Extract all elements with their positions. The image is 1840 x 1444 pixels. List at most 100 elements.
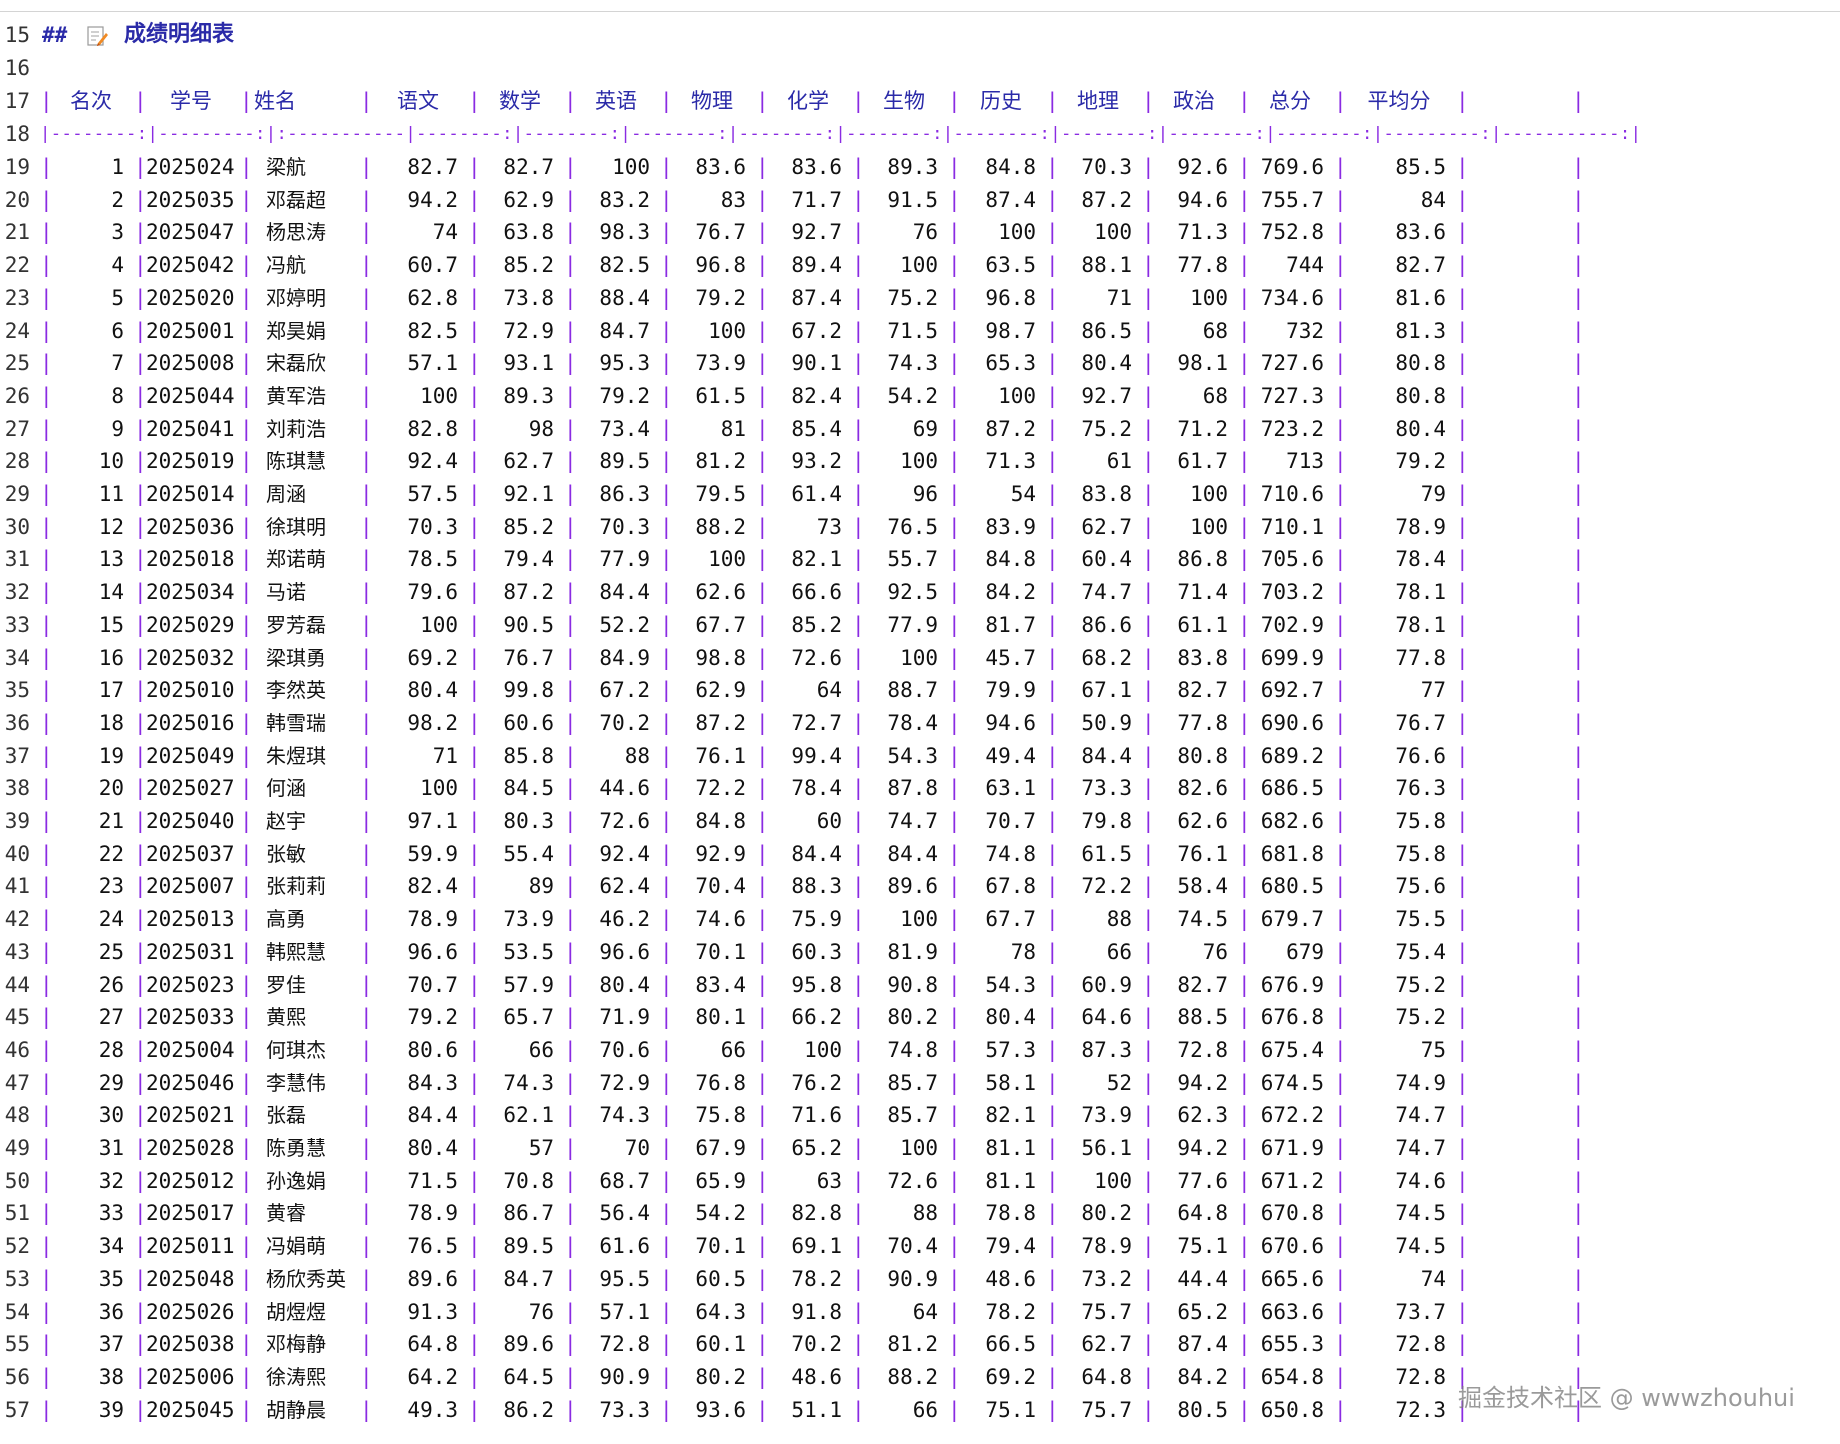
line-number: 32 [4,580,30,605]
cell-math: 87.2 [503,580,554,605]
table-pipe: | [468,1266,481,1291]
table-pipe: | [1456,1168,1469,1193]
table-pipe: | [660,776,673,801]
cell-average: 75 [1420,1037,1446,1062]
table-pipe: | [1456,612,1469,637]
table-pipe: | [948,1005,961,1030]
table-pipe: | [1046,187,1059,212]
table-pipe: | [1046,1201,1059,1226]
table-pipe: | [1572,1070,1585,1095]
cell-politics: 71.2 [1177,416,1228,441]
table-pipe: | [1572,1005,1585,1030]
table-pipe: | [40,1299,53,1324]
table-pipe: | [564,710,577,735]
cell-geography: 70.3 [1081,155,1132,179]
line-number: 27 [4,416,30,441]
cell-politics: 62.6 [1177,809,1228,833]
table-pipe: | [40,318,53,343]
table-pipe: | [660,1168,673,1193]
table-pipe: | [1334,743,1347,768]
cell-name: 高勇 [266,907,306,932]
cell-history: 57.3 [985,1037,1036,1062]
table-pipe: | [756,1201,769,1226]
line-number: 49 [4,1136,30,1160]
table-pipe: | [1334,449,1347,474]
table-pipe: | [852,972,865,997]
cell-student-id: 2025016 [146,710,235,735]
table-pipe: | [1238,1103,1251,1128]
table-pipe: | [948,285,961,310]
cell-rank: 9 [111,416,124,441]
table-pipe: | [948,187,961,212]
table-pipe: | [1142,89,1155,113]
cell-student-id: 2025017 [146,1201,235,1226]
cell-total: 671.2 [1260,1168,1324,1193]
table-pipe: | [1238,1299,1251,1324]
table-pipe: | [852,874,865,899]
table-pipe: | [756,907,769,932]
cell-biology: 91.5 [887,187,938,212]
table-pipe: | [564,1070,577,1095]
table-pipe: | [240,1037,253,1062]
cell-english: 72.9 [599,1070,650,1095]
table-pipe: | [1456,678,1469,703]
table-pipe: | [134,1364,147,1389]
table-pipe: | [134,1397,147,1422]
cell-chinese: 80.4 [407,1136,458,1160]
cell-geography: 80.2 [1081,1201,1132,1226]
cell-biology: 76.5 [887,514,938,539]
table-pipe: | [1046,220,1059,245]
table-pipe: | [1456,416,1469,441]
table-row: 55 | | | | | | | | | | | | | | | | 37 2025038 邓梅静 64.8 89.6 72… [0,1328,1840,1361]
table-pipe: | [1238,449,1251,474]
table-pipe: | [564,318,577,343]
cell-geography: 75.7 [1081,1299,1132,1324]
cell-physics: 96.8 [695,253,746,278]
table-row: 47 | | | | | | | | | | | | | | | | 29 2025046 李慧伟 84.3 74.3 72… [0,1067,1840,1100]
table-pipe: | [468,580,481,605]
table-pipe: | [660,743,673,768]
cell-history: 70.7 [985,809,1036,833]
cell-biology: 54.2 [887,383,938,408]
cell-student-id: 2025037 [146,841,235,866]
table-pipe: | [1572,482,1585,506]
table-pipe: | [756,449,769,474]
cell-rank: 18 [98,710,124,735]
cell-biology: 81.2 [887,1332,938,1357]
table-pipe: | [948,449,961,474]
table-pipe: | [852,285,865,310]
heading-title: 成绩明细表 [124,22,235,47]
table-pipe: | [1572,1299,1585,1324]
cell-english: 46.2 [599,907,650,932]
cell-politics: 61.7 [1177,449,1228,474]
table-pipe: | [40,89,53,113]
cell-name: 梁航 [266,155,306,179]
cell-chemistry: 83.6 [791,155,842,179]
table-pipe: | [134,482,147,506]
cell-geography: 87.2 [1081,187,1132,212]
table-pipe: | [948,743,961,768]
cell-physics: 67.7 [695,612,746,637]
table-pipe: | [756,89,769,113]
line-number: 21 [4,220,30,245]
table-pipe: | [852,253,865,278]
table-pipe: | [134,743,147,768]
cell-history: 54.3 [985,972,1036,997]
cell-politics: 94.6 [1177,187,1228,212]
table-pipe: | [756,1364,769,1389]
table-pipe: | [40,1397,53,1422]
cell-english: 70 [624,1136,650,1160]
table-pipe: | [240,318,253,343]
cell-chinese: 59.9 [407,841,458,866]
table-pipe: | [1046,253,1059,278]
table-pipe: | [1456,318,1469,343]
table-row: 49 | | | | | | | | | | | | | | | | 31 2025028 陈勇慧 80.4 57 70 67… [0,1132,1840,1165]
table-pipe: | [1456,580,1469,605]
table-pipe: | [40,580,53,605]
cell-name: 邓磊超 [266,187,326,212]
cell-chemistry: 61.4 [791,482,842,506]
cell-student-id: 2025028 [146,1136,235,1160]
markdown-editor[interactable]: 15 ## 成绩明细表 16 17 | | | | | | | | | | | | | | | | 名次 学号 姓名… [0,0,1840,1444]
table-pipe: | [468,482,481,506]
cell-average: 81.6 [1395,285,1446,310]
